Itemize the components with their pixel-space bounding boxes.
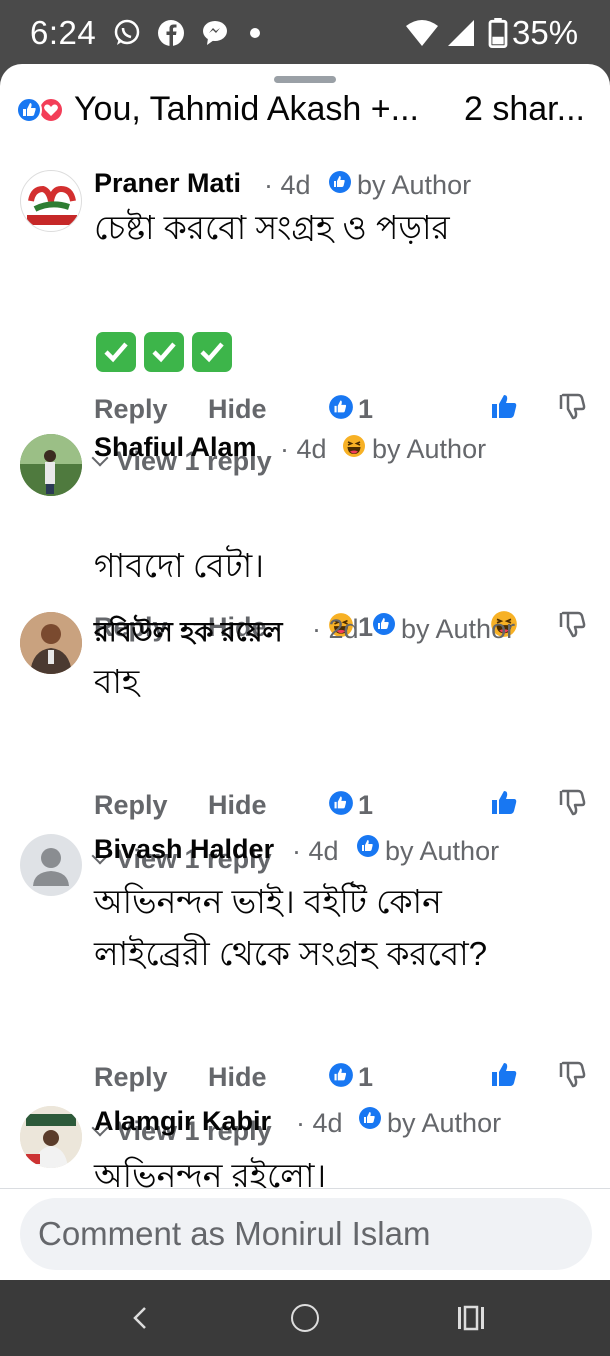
comment-item: রবিউল হক রয়েল · 2d by Author বাহ Reply … (0, 612, 610, 874)
reply-button[interactable]: Reply (94, 790, 168, 821)
check-mark-emoji-icon (192, 332, 232, 372)
like-reaction-icon (373, 613, 395, 635)
commenter-name[interactable]: Alamgir Kabir (94, 1106, 271, 1137)
comment-text: চেষ্টা করবো সংগ্রহ ও পড়ার (94, 209, 450, 246)
hide-button[interactable]: Hide (208, 394, 267, 425)
author-reacted-label: by Author (385, 836, 500, 866)
recent-apps-icon[interactable] (456, 1304, 486, 1332)
back-icon[interactable] (126, 1304, 154, 1332)
avatar[interactable] (20, 834, 82, 896)
like-button-icon[interactable] (490, 1060, 518, 1088)
comment-input-placeholder: Comment as Monirul Islam (38, 1215, 431, 1252)
like-reaction-icon (329, 1063, 353, 1087)
reactions-summary[interactable]: You, Tahmid Akash +... 2 shar... (0, 88, 610, 140)
composer-divider (0, 1188, 610, 1189)
comment-time[interactable]: · 4d (296, 1108, 343, 1139)
commenter-name[interactable]: Praner Mati (94, 168, 241, 199)
dislike-button-icon[interactable] (558, 1060, 586, 1088)
avatar[interactable] (20, 170, 82, 232)
like-button-icon[interactable] (490, 392, 518, 420)
comment-item: Bivash Halder · 4d by Author অভিনন্দন ভা… (0, 834, 610, 1146)
comment-time[interactable]: · 4d (292, 836, 339, 867)
author-reacted-label: by Author (357, 170, 472, 200)
reply-button[interactable]: Reply (94, 1062, 168, 1093)
system-nav-bar (0, 1280, 610, 1356)
facebook-icon (158, 20, 184, 46)
like-reaction-icon (329, 791, 353, 815)
reactors-names[interactable]: You, Tahmid Akash +... (74, 90, 419, 129)
battery-percentage: 35% (512, 14, 579, 51)
comment-item: Praner Mati · 4d by Author চেষ্টা করবো স… (0, 168, 610, 476)
comment-input[interactable]: Comment as Monirul Islam (20, 1198, 592, 1270)
notification-dot-icon (250, 28, 260, 38)
comment-time[interactable]: · 2d (312, 614, 359, 645)
status-time: 6:24 (30, 14, 97, 51)
whatsapp-icon (114, 19, 140, 45)
comment-time[interactable]: · 4d (264, 170, 311, 201)
comment-text: বাহ (94, 663, 140, 700)
emoji-row (96, 332, 240, 377)
comment-text: গাবদো বেটা। (94, 547, 265, 584)
like-reaction-icon (357, 835, 379, 857)
dislike-button-icon[interactable] (558, 788, 586, 816)
reaction-count[interactable]: 1 (358, 1062, 373, 1093)
battery-icon (488, 18, 508, 48)
comment-item: Shafiul Alam · 4d by Author গাবদো বেটা। … (0, 432, 610, 642)
check-mark-emoji-icon (96, 332, 136, 372)
reaction-count[interactable]: 1 (358, 790, 373, 821)
like-reaction-icon (359, 1107, 381, 1129)
reaction-count[interactable]: 1 (358, 394, 373, 425)
like-reaction-icon (16, 97, 42, 123)
messenger-icon (203, 21, 227, 45)
status-bar: 6:24 35% (0, 0, 610, 66)
sheet-drag-handle[interactable] (274, 76, 336, 83)
hide-button[interactable]: Hide (208, 790, 267, 821)
haha-reaction-icon (343, 435, 365, 457)
avatar[interactable] (20, 1106, 82, 1168)
like-reaction-icon (329, 395, 353, 419)
signal-icon (448, 20, 474, 46)
like-reaction-icon (329, 171, 351, 193)
comment-time[interactable]: · 4d (280, 434, 327, 465)
hide-button[interactable]: Hide (208, 1062, 267, 1093)
comment-item: Alamgir Kabir · 4d by Author অভিনন্দন রই… (0, 1106, 610, 1188)
comment-text: অভিনন্দন ভাই। বইটি কোন লাইব্রেরী থেকে সং… (94, 883, 488, 972)
wifi-icon (406, 20, 438, 46)
commenter-name[interactable]: Shafiul Alam (94, 432, 257, 463)
home-icon[interactable] (291, 1304, 319, 1332)
comment-text: অভিনন্দন রইলো। (94, 1157, 327, 1188)
author-reacted-label: by Author (401, 614, 516, 644)
shares-count[interactable]: 2 shar... (464, 90, 585, 129)
like-button-icon[interactable] (490, 788, 518, 816)
reply-button[interactable]: Reply (94, 394, 168, 425)
dislike-button-icon[interactable] (558, 392, 586, 420)
author-reacted-label: by Author (372, 434, 487, 464)
comments-sheet[interactable]: You, Tahmid Akash +... 2 shar... Praner … (0, 64, 610, 1280)
commenter-name[interactable]: রবিউল হক রয়েল (94, 612, 283, 657)
check-mark-emoji-icon (144, 332, 184, 372)
avatar[interactable] (20, 434, 82, 496)
commenter-name[interactable]: Bivash Halder (94, 834, 274, 865)
author-reacted-label: by Author (387, 1108, 502, 1138)
avatar[interactable] (20, 612, 82, 674)
